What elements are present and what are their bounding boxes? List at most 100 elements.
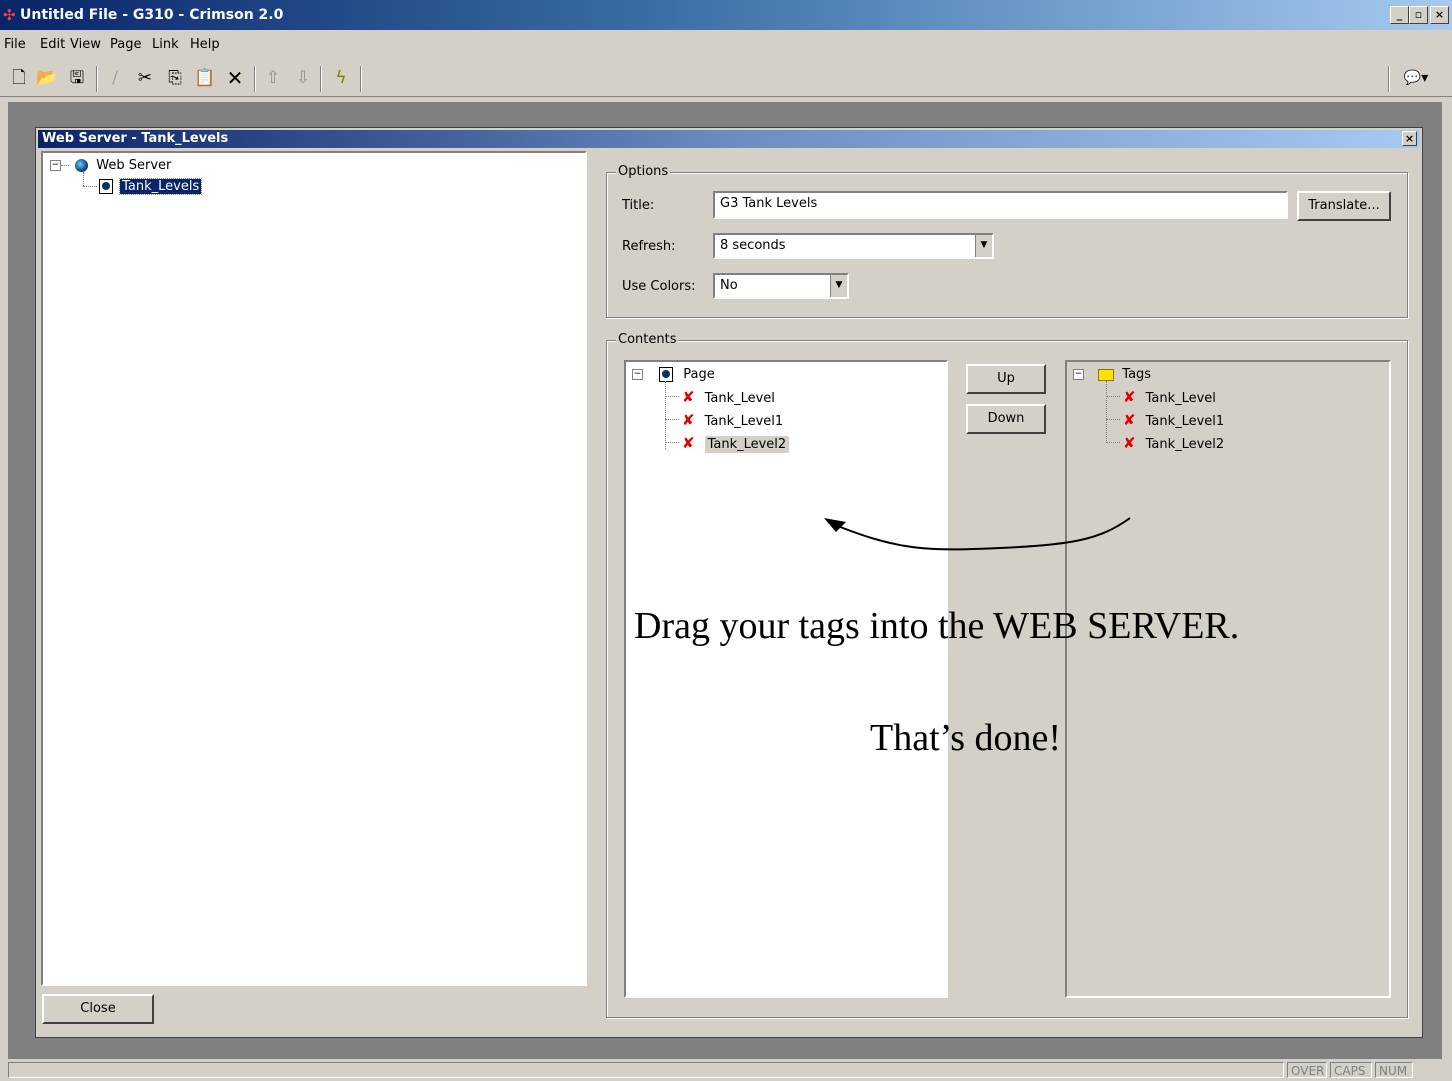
tree-label-page: Page xyxy=(683,367,715,382)
app-title: Untitled File - G310 - Crimson 2.0 xyxy=(20,7,284,23)
web-server-icon xyxy=(75,159,89,172)
tree-connector xyxy=(1106,381,1107,443)
tags-tree[interactable] xyxy=(1065,360,1391,998)
toolbar-separator xyxy=(96,66,98,92)
toolbar-separator xyxy=(320,66,322,92)
status-num: NUM xyxy=(1375,1062,1413,1078)
menu-file[interactable]: File xyxy=(4,37,26,52)
tree-label-tank-levels: Tank_Levels xyxy=(119,178,203,195)
tag-item[interactable]: ✘ Tank_Level2 xyxy=(1123,434,1224,452)
toolbar-separator xyxy=(1388,66,1390,92)
menu-view[interactable]: View xyxy=(70,37,101,52)
navigation-tree[interactable] xyxy=(41,151,587,986)
down-button-label: Down xyxy=(987,411,1025,426)
close-child-button[interactable]: × xyxy=(1402,131,1417,146)
new-file-icon[interactable]: 🗋 xyxy=(8,67,30,89)
error-x-icon: ✘ xyxy=(1123,434,1136,452)
title-input-value: G3 Tank Levels xyxy=(720,196,818,211)
close-button[interactable]: Close xyxy=(42,994,154,1024)
collapse-icon[interactable]: − xyxy=(50,160,61,171)
tree-connector xyxy=(1106,442,1120,443)
up-button[interactable]: Up xyxy=(966,364,1046,394)
page-item-label: Tank_Level1 xyxy=(704,414,784,429)
status-over: OVER xyxy=(1287,1062,1327,1078)
tree-connector xyxy=(83,186,97,187)
child-title: Web Server - Tank_Levels xyxy=(42,131,229,146)
tag-item-label: Tank_Level2 xyxy=(1145,437,1225,452)
chevron-down-icon[interactable]: ▼ xyxy=(975,235,992,257)
page-item[interactable]: ✘ Tank_Level xyxy=(682,388,775,406)
cut-icon[interactable]: ✂ xyxy=(134,67,156,89)
tree-connector xyxy=(1106,419,1120,420)
up-button-label: Up xyxy=(997,371,1015,386)
tag-item-label: Tank_Level1 xyxy=(1145,414,1225,429)
tree-connector xyxy=(665,381,666,449)
app-title-bar: ✣ Untitled File - G310 - Crimson 2.0 _ ▫… xyxy=(0,0,1452,30)
annotation-instruction: Drag your tags into the WEB SERVER. xyxy=(634,605,1240,647)
drag-arrow-annotation xyxy=(824,517,1131,551)
error-x-icon: ✘ xyxy=(1123,411,1136,429)
menu-help[interactable]: Help xyxy=(190,37,220,52)
tree-item-tags[interactable]: − Tags xyxy=(1073,367,1151,382)
error-x-icon: ✘ xyxy=(1123,388,1136,406)
tag-item-label: Tank_Level xyxy=(1145,391,1216,406)
move-up-icon[interactable]: ⇧ xyxy=(262,67,284,89)
tree-item-tank-levels[interactable]: Tank_Levels xyxy=(99,178,203,195)
tree-connector xyxy=(665,419,679,420)
tree-connector xyxy=(83,172,84,186)
chat-bubble-icon[interactable]: 💬▾ xyxy=(1398,67,1434,89)
move-down-icon[interactable]: ⇩ xyxy=(292,67,314,89)
tree-label-web-server: Web Server xyxy=(96,158,172,173)
save-icon[interactable]: 🖫 xyxy=(66,67,88,89)
tree-label-tags: Tags xyxy=(1122,367,1152,382)
tag-item[interactable]: ✘ Tank_Level xyxy=(1123,388,1216,406)
use-colors-select-value: No xyxy=(720,278,738,293)
minimize-button[interactable]: _ xyxy=(1390,6,1409,24)
collapse-icon[interactable]: − xyxy=(632,369,643,380)
refresh-select[interactable]: 8 seconds ▼ xyxy=(713,233,994,259)
tag-item[interactable]: ✘ Tank_Level1 xyxy=(1123,411,1224,429)
web-page-icon xyxy=(659,367,674,382)
contents-legend: Contents xyxy=(616,332,679,347)
copy-icon[interactable]: ⎘ xyxy=(164,67,186,89)
toolbar-separator xyxy=(360,66,362,92)
menu-link[interactable]: Link xyxy=(152,37,179,52)
status-caps: CAPS xyxy=(1330,1062,1372,1078)
open-folder-icon[interactable]: 📂 xyxy=(36,67,58,89)
close-button-label: Close xyxy=(80,1001,116,1016)
menu-edit[interactable]: Edit xyxy=(40,37,65,52)
toolbar-separator xyxy=(254,66,256,92)
title-input[interactable]: G3 Tank Levels xyxy=(713,191,1288,219)
use-colors-select[interactable]: No ▼ xyxy=(713,273,849,299)
chevron-down-icon[interactable]: ▼ xyxy=(830,275,847,297)
menu-page[interactable]: Page xyxy=(110,37,141,52)
page-item-label: Tank_Level2 xyxy=(704,436,790,453)
page-item[interactable]: ✘ Tank_Level2 xyxy=(682,434,790,453)
page-item-label: Tank_Level xyxy=(704,391,775,406)
tree-item-web-server[interactable]: − Web Server xyxy=(50,158,171,173)
down-button[interactable]: Down xyxy=(966,404,1046,434)
page-contents-tree[interactable] xyxy=(624,360,948,998)
tree-connector xyxy=(61,165,69,166)
pencil-icon[interactable]: ∕ xyxy=(104,67,126,89)
use-colors-label: Use Colors: xyxy=(622,279,696,294)
options-legend: Options xyxy=(616,164,671,179)
status-message-pane xyxy=(8,1062,1284,1078)
web-page-icon xyxy=(99,179,113,194)
lightning-icon[interactable]: ϟ xyxy=(330,67,352,89)
maximize-button[interactable]: ▫ xyxy=(1409,6,1428,24)
error-x-icon: ✘ xyxy=(682,388,695,406)
tree-connector xyxy=(665,442,679,443)
toolbar: 🗋 📂 🖫 ∕ ✂ ⎘ 📋 ✕ ⇧ ⇩ ϟ 💬▾ xyxy=(0,60,1452,97)
close-window-button[interactable]: × xyxy=(1430,6,1449,24)
collapse-icon[interactable]: − xyxy=(1073,369,1084,380)
tree-item-page[interactable]: − Page xyxy=(632,367,715,382)
tree-connector xyxy=(665,396,679,397)
translate-button[interactable]: Translate... xyxy=(1297,191,1391,221)
annotation-done: That’s done! xyxy=(870,717,1062,759)
page-item[interactable]: ✘ Tank_Level1 xyxy=(682,411,783,429)
delete-icon[interactable]: ✕ xyxy=(224,67,246,89)
status-bar: OVER CAPS NUM xyxy=(0,1060,1452,1081)
paste-icon[interactable]: 📋 xyxy=(194,67,216,89)
child-title-bar: Web Server - Tank_Levels × xyxy=(38,130,1420,148)
